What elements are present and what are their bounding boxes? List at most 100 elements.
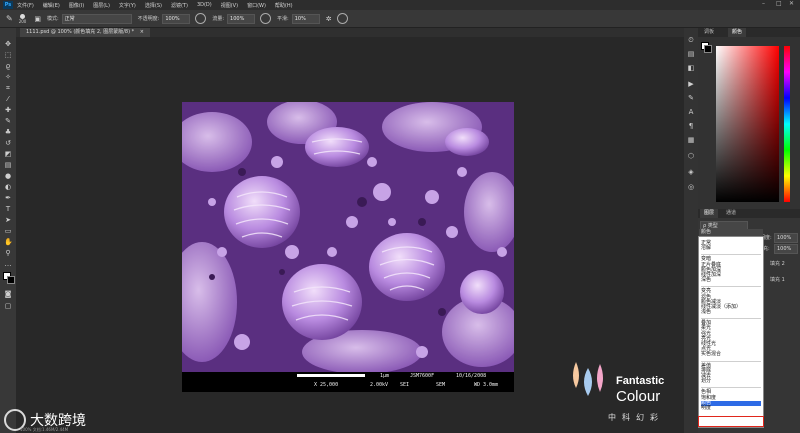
styles-panel-icon[interactable]: ◈ [687,168,695,176]
tab-swatches[interactable]: 调板 [700,28,718,37]
opacity-label: 不透明度: [137,16,160,22]
tab-layers[interactable]: 图层 [700,209,719,218]
mode-select[interactable]: 正常 [61,13,132,24]
layer-name-fill-2[interactable]: 填充 2 [770,260,785,267]
menu-image[interactable]: 图像(I) [69,2,84,9]
menu-3d[interactable]: 3D(D) [197,2,212,8]
brush-panel-icon[interactable]: ✎ [687,94,695,102]
blend-mode-dropdown[interactable]: 颜色 正常 溶解 变暗 正片叠底 颜色加深 线性加深 深色 变亮 滤色 颜色减淡… [698,229,764,428]
3d-panel-icon[interactable]: ⬡ [687,152,695,160]
stamp-icon[interactable]: ♣ [4,128,12,136]
blend-mode-list: 正常 溶解 变暗 正片叠底 颜色加深 线性加深 深色 变亮 滤色 颜色减淡 线性… [701,240,761,411]
screen-mode-icon[interactable]: ▢ [4,302,12,310]
canvas-workspace[interactable]: 1μm JSM7600F 10/16/2008 X 25,000 2.00kV … [16,37,684,433]
crop-icon[interactable]: ⌗ [4,84,12,92]
sem-mode: SEM [436,382,446,388]
menu-divider [701,358,761,362]
opacity-field[interactable]: 100% [162,13,191,24]
sem-detector: SEI [400,382,410,388]
adjustments-panel-icon[interactable]: ◧ [687,64,695,72]
gradient-icon[interactable]: ▤ [4,161,12,169]
healing-icon[interactable]: ✚ [4,106,12,114]
properties-panel-icon[interactable]: ▤ [687,50,695,58]
sem-working-distance: WD 3.0mm [474,382,499,388]
brush-settings-icon[interactable]: ▣ [34,15,41,23]
tab-color[interactable]: 颜色 [728,28,747,37]
type-icon[interactable]: T [4,205,12,213]
brand-chinese-name: 中科幻彩 [608,413,664,422]
brand-name-line1: Fantastic [616,375,665,387]
document-tab-title: 1111.psd @ 100% (颜色填充 2, 图层蒙版/8) * [26,29,135,35]
marquee-icon[interactable]: ⬚ [4,51,12,59]
swatches-panel-icon[interactable]: ▦ [687,136,695,144]
quick-mask-icon[interactable]: ◙ [4,290,12,298]
smoothing-field[interactable]: 10% [291,13,320,24]
brand-name-line2: Colour [616,388,661,405]
brush-tool-icon[interactable]: ✎ [6,14,13,23]
blur-icon[interactable]: ● [4,172,12,180]
menu-file[interactable]: 文件(F) [17,2,34,9]
photoshop-logo[interactable]: Ps [3,1,13,9]
menu-select[interactable]: 选择(S) [145,2,162,9]
maximize-icon[interactable]: □ [776,0,782,7]
minimize-icon[interactable]: – [762,0,765,7]
layer-fill-field[interactable]: 100% [774,244,798,254]
pressure-size-icon[interactable] [336,13,348,24]
menu-filter[interactable]: 滤镜(T) [171,2,188,9]
menu-type[interactable]: 文字(Y) [119,2,136,9]
mode-label: 模式: [46,16,59,22]
paragraph-panel-icon[interactable]: ¶ [687,122,695,130]
menu-layer[interactable]: 图层(L) [93,2,110,9]
actions-panel-icon[interactable]: ▶ [687,80,695,88]
background-color-swatch[interactable] [7,276,15,284]
zoom-icon[interactable]: ⚲ [4,249,12,257]
eyedropper-icon[interactable]: ⁄ [4,95,12,103]
shape-icon[interactable]: ▭ [4,227,12,235]
gear-icon[interactable]: ✲ [326,15,332,23]
more-tools-icon[interactable]: … [4,260,12,268]
sem-scale-bar [297,374,365,377]
character-panel-icon[interactable]: A [687,108,695,116]
path-select-icon[interactable]: ➤ [4,216,12,224]
hand-icon[interactable]: ✋ [4,238,13,246]
color-picker-field[interactable] [716,46,779,202]
brush-preset-picker[interactable]: 200 [19,13,26,24]
menu-window[interactable]: 窗口(W) [247,2,266,9]
flow-field[interactable]: 100% [227,13,256,24]
pressure-opacity-icon[interactable] [195,13,207,24]
menu-view[interactable]: 视图(V) [221,2,238,9]
move-icon[interactable]: ✥ [4,40,12,48]
channels-panel-icon[interactable]: ◎ [687,183,695,191]
menu-divider [701,315,761,320]
panel-background-swatch[interactable] [704,45,712,53]
sem-instrument: JSM7600F [410,373,435,379]
layer-name-fill-1[interactable]: 填充 1 [770,276,785,283]
menu-help[interactable]: 帮助(H) [275,2,293,9]
close-icon[interactable]: ✕ [789,0,794,7]
close-tab-icon[interactable]: × [140,29,144,35]
document-tab[interactable]: 1111.psd @ 100% (颜色填充 2, 图层蒙版/8) * × [20,28,150,37]
document-tab-bar: 1111.psd @ 100% (颜色填充 2, 图层蒙版/8) * × [16,28,684,37]
tab-channels[interactable]: 通道 [722,209,740,218]
lasso-icon[interactable]: ϱ [4,62,12,70]
layer-opacity-field[interactable]: 100% [774,233,798,243]
blend-option[interactable]: 明度 [701,405,761,411]
dodge-icon[interactable]: ◐ [4,183,12,191]
sem-magnification: X 25,000 [314,382,339,388]
blend-mode-current[interactable]: 颜色 [699,229,763,236]
layers-panel-tabs: 图层 通道 [698,209,800,218]
airbrush-icon[interactable] [260,13,272,24]
sem-scale-label: 1μm [380,373,390,379]
magic-wand-icon[interactable]: ✧ [4,73,12,81]
smoothing-label: 平滑: [277,16,289,22]
tools-panel: ✥ ⬚ ϱ ✧ ⌗ ⁄ ✚ ✎ ♣ ↺ ◩ ▤ ● ◐ ✒ T ➤ ▭ ✋ ⚲ … [0,28,16,433]
brand-logo: Fantastic Colour 中科幻彩 [568,320,688,430]
menu-edit[interactable]: 编辑(E) [43,2,60,9]
brush-icon[interactable]: ✎ [4,117,12,125]
menu-divider [701,251,761,256]
history-brush-icon[interactable]: ↺ [4,139,12,147]
hue-slider[interactable] [784,46,790,202]
history-panel-icon[interactable]: ⏲ [687,36,695,44]
eraser-icon[interactable]: ◩ [4,150,12,158]
pen-icon[interactable]: ✒ [4,194,12,202]
